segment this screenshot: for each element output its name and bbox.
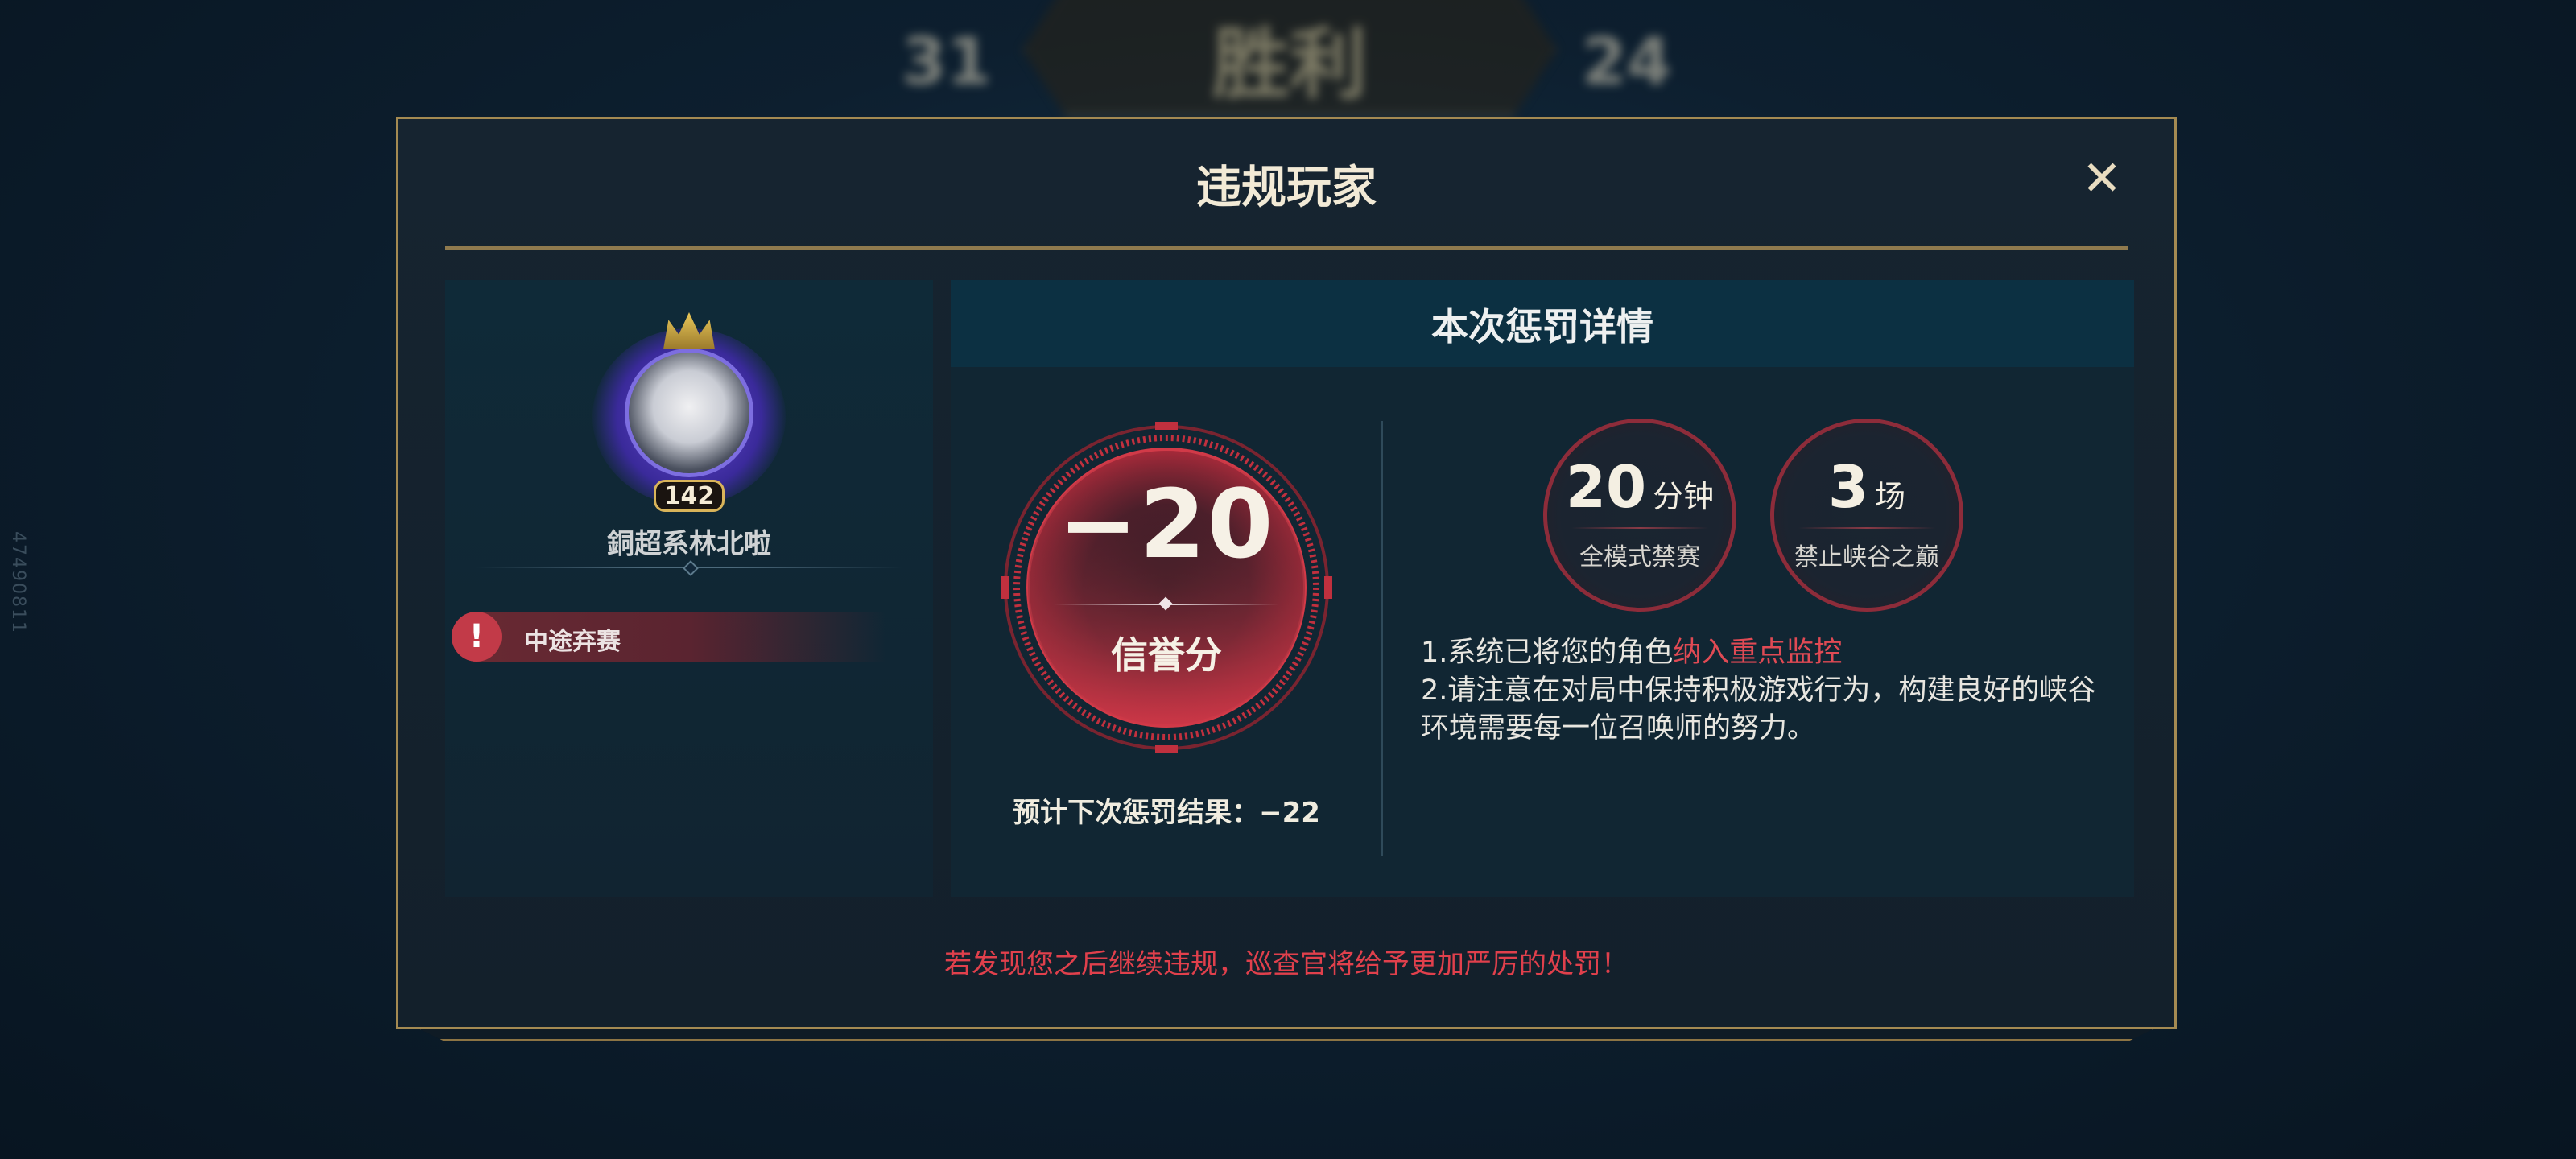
level-badge: 142 <box>654 480 724 512</box>
footer-warning: 若发现您之后继续违规，巡查官将给予更加严厉的处罚！ <box>944 948 1629 980</box>
exclamation-icon: ! <box>452 612 502 662</box>
stat-divider <box>1798 527 1935 529</box>
stat-divider <box>1571 527 1708 529</box>
avatar[interactable] <box>625 349 753 477</box>
next-penalty-text: 预计下次惩罚结果：−22 <box>1013 797 1320 829</box>
dialog-title: 违规玩家 <box>1196 162 1377 214</box>
ban-duration-unit: 分钟 <box>1653 479 1715 514</box>
violation-label: 中途弃赛 <box>524 628 621 656</box>
avatar-frame: 142 <box>592 312 786 514</box>
note-1: 1.系统已将您的角色纳入重点监控 <box>1421 634 2113 672</box>
bg-score-right: 24 <box>1582 24 1672 99</box>
note-1-prefix: 1.系统已将您的角色 <box>1421 637 1674 669</box>
bg-result-banner: 胜利 <box>1022 0 1557 116</box>
peak-ban-value: 3 <box>1827 453 1869 521</box>
violation-tag: ! 中途弃赛 <box>452 612 886 662</box>
note-1-highlight: 纳入重点监控 <box>1673 637 1843 669</box>
penalty-details-panel: 本次惩罚详情 −20 信誉分 预计下次惩罚结果：−22 20 分钟 全模式禁赛 … <box>951 280 2134 897</box>
background-scoreboard: 31 胜利 24 <box>0 0 2576 121</box>
ban-duration-value: 20 <box>1565 453 1647 521</box>
ban-duration-label: 全模式禁赛 <box>1579 543 1700 571</box>
bg-result-text: 胜利 <box>1212 19 1367 109</box>
note-2: 2.请注意在对局中保持积极游戏行为，构建良好的峡谷环境需要每一位召唤师的努力。 <box>1421 674 2096 744</box>
penalty-notes: 1.系统已将您的角色纳入重点监控 2.请注意在对局中保持积极游戏行为，构建良好的… <box>1421 634 2113 748</box>
crown-icon <box>663 312 715 349</box>
violation-dialog: 违规玩家 ✕ 142 銅超系林北啦 ! 中途弃赛 本次惩罚详情 −20 信誉分 … <box>396 117 2177 1029</box>
player-panel: 142 銅超系林北啦 ! 中途弃赛 <box>445 280 933 897</box>
vertical-divider <box>1381 421 1383 856</box>
credit-score-label: 信誉分 <box>1111 633 1222 677</box>
title-divider <box>445 246 2128 250</box>
peak-ban-unit: 场 <box>1875 479 1906 514</box>
player-name: 銅超系林北啦 <box>607 528 771 560</box>
details-header: 本次惩罚详情 <box>951 280 2134 367</box>
bg-score-left: 31 <box>902 24 992 99</box>
dialog-bottom-edge <box>419 1029 2154 1041</box>
details-header-title: 本次惩罚详情 <box>1431 305 1653 349</box>
peak-ban-label: 禁止峡谷之巅 <box>1794 543 1939 571</box>
peak-ban-stat: 3场 禁止峡谷之巅 <box>1770 419 1963 612</box>
credit-score-ring: −20 信誉分 <box>997 419 1335 757</box>
credit-score-change: −20 <box>1058 468 1275 580</box>
close-icon: ✕ <box>2081 151 2123 207</box>
ban-duration-stat: 20 分钟 全模式禁赛 <box>1543 419 1736 612</box>
side-id-text: 47490811 <box>8 531 28 634</box>
close-button[interactable]: ✕ <box>2078 155 2126 203</box>
divider-diamond-icon <box>683 560 699 576</box>
